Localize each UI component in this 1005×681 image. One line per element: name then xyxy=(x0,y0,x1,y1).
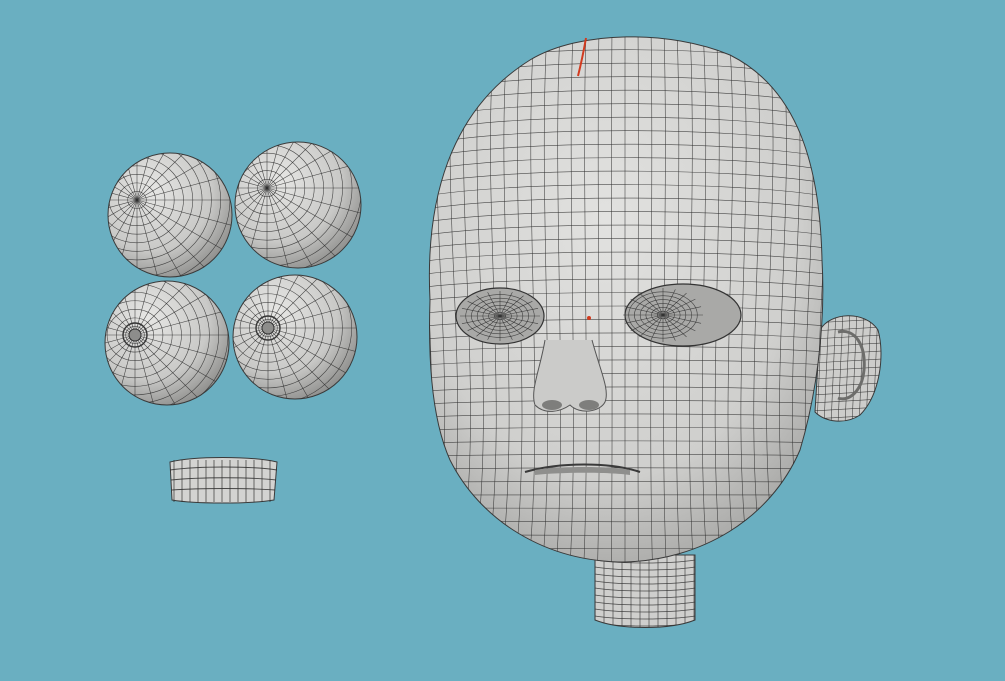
left-nostril xyxy=(542,400,562,410)
nose xyxy=(533,339,607,412)
pupil xyxy=(261,321,275,335)
teeth-mesh[interactable] xyxy=(169,457,278,504)
3d-viewport[interactable] xyxy=(0,0,1005,681)
neck-mesh[interactable] xyxy=(594,554,696,630)
pupil xyxy=(128,328,142,342)
head-mesh[interactable] xyxy=(418,23,831,570)
uv-seam-dot xyxy=(587,316,591,320)
right-nostril xyxy=(579,400,599,410)
